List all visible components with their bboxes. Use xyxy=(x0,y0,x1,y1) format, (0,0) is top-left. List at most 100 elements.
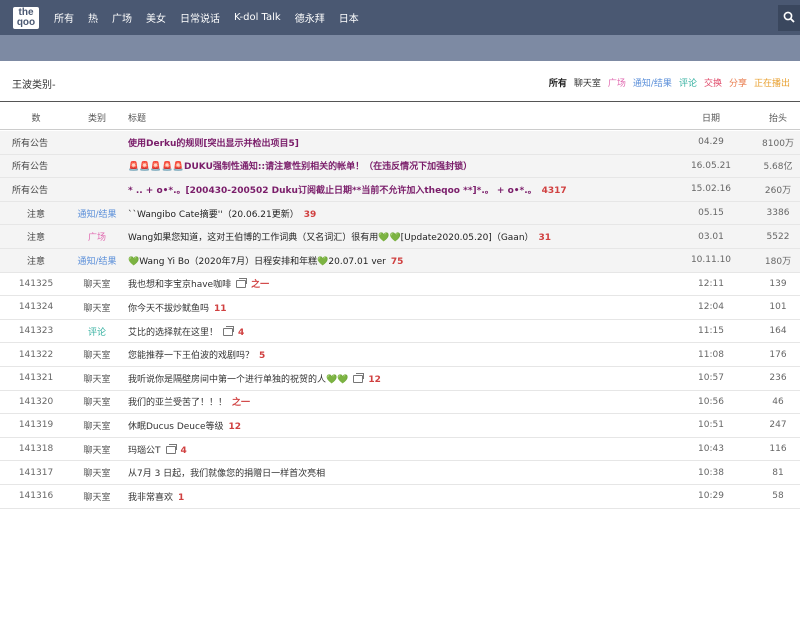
post-title-link[interactable]: 使用Derku的规则[突出显示并检出项目5] xyxy=(128,139,299,149)
logo-bottom-text: qoo xyxy=(16,17,36,28)
post-title-link[interactable]: 我非常喜欢 xyxy=(128,493,173,503)
table-row[interactable]: 141320 聊天室 我们的亚兰受苦了！！！ 之一 10:56 46 xyxy=(0,391,800,415)
post-title-cell: 我们的亚兰受苦了！！！ 之一 xyxy=(122,395,666,408)
post-number: 141323 xyxy=(18,326,54,337)
post-title-link[interactable]: 艾比的选择就在这里！ xyxy=(128,328,218,338)
comment-count[interactable]: 11 xyxy=(214,304,227,314)
table-row[interactable]: 141325 聊天室 我也想和李宝京have咖啡 之一 12:11 139 xyxy=(0,273,800,297)
post-number: 所有公告 xyxy=(12,185,49,196)
post-category[interactable]: 聊天室 xyxy=(72,372,122,385)
post-date: 05.15 xyxy=(698,208,724,219)
post-title-link[interactable]: 我听说你是隔壁房间中第一个进行单独的祝贺的人💚💚 xyxy=(128,375,348,385)
header-title: 标题 xyxy=(128,113,147,124)
table-row[interactable]: 注意 通知/结果 💚Wang Yi Bo（2020年7月）日程安排和年糕💚20.07… xyxy=(0,248,800,273)
post-date: 15.02.16 xyxy=(690,184,732,195)
table-row[interactable]: 141316 聊天室 我非常喜欢 1 10:29 58 xyxy=(0,485,800,509)
comment-count[interactable]: 12 xyxy=(368,375,381,385)
post-title-cell: 艾比的选择就在这里！ 4 xyxy=(122,325,666,338)
table-row[interactable]: 141318 聊天室 玛瑙公T 4 10:43 116 xyxy=(0,438,800,462)
table-row[interactable]: 141322 聊天室 您能推荐一下王伯波的戏剧吗？ 5 11:08 176 xyxy=(0,343,800,367)
post-title-link[interactable]: 我们的亚兰受苦了！！！ xyxy=(128,398,227,408)
category-tab[interactable]: 正在播出 xyxy=(754,76,790,89)
nav-item-daily-talk[interactable]: 日常说话 xyxy=(180,10,220,25)
post-number: 141324 xyxy=(18,302,54,313)
table-row[interactable]: 141323 评论 艾比的选择就在这里！ 4 11:15 164 xyxy=(0,320,800,344)
post-category[interactable]: 评论 xyxy=(72,325,122,338)
header-hits: 抬头 xyxy=(768,113,787,124)
category-tab[interactable]: 广场 xyxy=(608,76,626,89)
post-category[interactable]: 广场 xyxy=(72,230,122,243)
site-logo[interactable]: the qoo xyxy=(13,7,39,29)
nav-item-kdol-talk[interactable]: K-dol Talk xyxy=(234,12,281,23)
table-row[interactable]: 所有公告 🚨🚨🚨🚨🚨DUKU强制性通知::请注意性别相关的帐单！（在违反情况下加强… xyxy=(0,154,800,179)
nav-item-square[interactable]: 广场 xyxy=(112,10,132,25)
category-tab[interactable]: 评论 xyxy=(679,76,697,89)
post-category[interactable]: 聊天室 xyxy=(72,348,122,361)
post-title-link[interactable]: 你今天不拔炒鱿鱼吗 xyxy=(128,304,209,314)
post-category[interactable]: 聊天室 xyxy=(72,277,122,290)
comment-count[interactable]: 31 xyxy=(539,233,552,243)
post-title-link[interactable]: 从7月 3 日起，我们就像您的捐赠日一样首次亮相 xyxy=(128,469,325,479)
post-date: 16.05.21 xyxy=(690,160,732,171)
post-title-cell: 玛瑙公T 4 xyxy=(122,443,666,456)
post-category[interactable]: 聊天室 xyxy=(72,301,122,314)
comment-count[interactable]: 75 xyxy=(391,257,404,267)
post-date: 12:04 xyxy=(698,302,724,313)
post-title-link[interactable]: 休眠Ducus Deuce等级 xyxy=(128,422,224,432)
comment-count[interactable]: 1 xyxy=(178,493,184,503)
nav-item-beauty[interactable]: 美女 xyxy=(146,10,166,25)
comment-count[interactable]: 4 xyxy=(181,446,187,456)
nav-item-deyongbai[interactable]: 德永拜 xyxy=(295,10,325,25)
post-number: 注意 xyxy=(26,256,45,267)
post-title-link[interactable]: 🚨🚨🚨🚨🚨DUKU强制性通知::请注意性别相关的帐单！（在违反情况下加强封锁） xyxy=(128,162,472,172)
post-number: 141321 xyxy=(18,373,54,384)
post-hits: 139 xyxy=(769,278,787,289)
post-hits: 236 xyxy=(769,373,787,384)
header-category: 类别 xyxy=(87,113,106,124)
post-category[interactable]: 聊天室 xyxy=(72,443,122,456)
comment-count[interactable]: 12 xyxy=(229,422,242,432)
post-title-link[interactable]: 您能推荐一下王伯波的戏剧吗？ xyxy=(128,351,254,361)
post-category[interactable]: 通知/结果 xyxy=(72,254,122,267)
nav-item-japan[interactable]: 日本 xyxy=(339,10,359,25)
table-row[interactable]: 注意 通知/结果 ``Wangibo Cate摘要''（20.06.21更新） 39 0… xyxy=(0,201,800,226)
table-row[interactable]: 141324 聊天室 你今天不拔炒鱿鱼吗 11 12:04 101 xyxy=(0,296,800,320)
category-tab[interactable]: 分享 xyxy=(729,76,747,89)
post-title-link[interactable]: ``Wangibo Cate摘要''（20.06.21更新） xyxy=(128,210,299,220)
post-title-link[interactable]: 我也想和李宝京have咖啡 xyxy=(128,280,231,290)
post-title-link[interactable]: Wang如果您知道，这对王伯博的工作词典（又名词汇）很有用💚💚[Update20… xyxy=(128,233,534,243)
category-tab[interactable]: 通知/结果 xyxy=(633,76,672,89)
search-button[interactable] xyxy=(778,5,800,31)
post-category[interactable]: 聊天室 xyxy=(72,395,122,408)
post-title-link[interactable]: 玛瑙公T xyxy=(128,446,161,456)
nav-menu: 所有 热 广场 美女 日常说话 K-dol Talk 德永拜 日本 xyxy=(54,0,373,35)
post-category[interactable]: 聊天室 xyxy=(72,466,122,479)
table-row[interactable]: 所有公告 * .. + o•*.。[200430-200502 Duku订阅截止日… xyxy=(0,178,800,202)
table-row[interactable]: 141319 聊天室 休眠Ducus Deuce等级 12 10:51 247 xyxy=(0,414,800,438)
nav-item-hot[interactable]: 热 xyxy=(88,10,98,25)
comment-count[interactable]: 4 xyxy=(238,328,244,338)
table-row[interactable]: 所有公告 使用Derku的规则[突出显示并检出项目5] 04.29 8100万 xyxy=(0,131,800,155)
comment-count[interactable]: 4317 xyxy=(542,186,567,196)
table-row[interactable]: 注意 广场 Wang如果您知道，这对王伯博的工作词典（又名词汇）很有用💚💚[Upda… xyxy=(0,225,800,249)
nav-item-all[interactable]: 所有 xyxy=(54,10,74,25)
post-title-cell: 我也想和李宝京have咖啡 之一 xyxy=(122,277,666,290)
post-hits: 58 xyxy=(772,491,784,502)
comment-count[interactable]: 之一 xyxy=(251,280,269,290)
post-category[interactable]: 聊天室 xyxy=(72,490,122,503)
post-title-link[interactable]: 💚Wang Yi Bo（2020年7月）日程安排和年糕💚20.07.01 ver xyxy=(128,257,386,267)
category-tab[interactable]: 交换 xyxy=(704,76,722,89)
category-tab[interactable]: 聊天室 xyxy=(574,76,601,89)
comment-count[interactable]: 39 xyxy=(304,210,317,220)
post-category[interactable]: 聊天室 xyxy=(72,419,122,432)
post-category[interactable]: 通知/结果 xyxy=(72,207,122,220)
comment-count[interactable]: 之一 xyxy=(232,398,250,408)
table-row[interactable]: 141317 聊天室 从7月 3 日起，我们就像您的捐赠日一样首次亮相 10:38 81 xyxy=(0,461,800,485)
table-row[interactable]: 141321 聊天室 我听说你是隔壁房间中第一个进行单独的祝贺的人💚💚 12 10:57… xyxy=(0,367,800,391)
post-title-link[interactable]: * .. + o•*.。[200430-200502 Duku订阅截止日期**当… xyxy=(128,186,537,196)
post-title-cell: 您能推荐一下王伯波的戏剧吗？ 5 xyxy=(122,348,666,361)
comment-count[interactable]: 5 xyxy=(259,351,265,361)
category-tab[interactable]: 所有 xyxy=(549,76,567,89)
post-date: 10:57 xyxy=(698,373,724,384)
image-attachment-icon xyxy=(236,278,248,289)
